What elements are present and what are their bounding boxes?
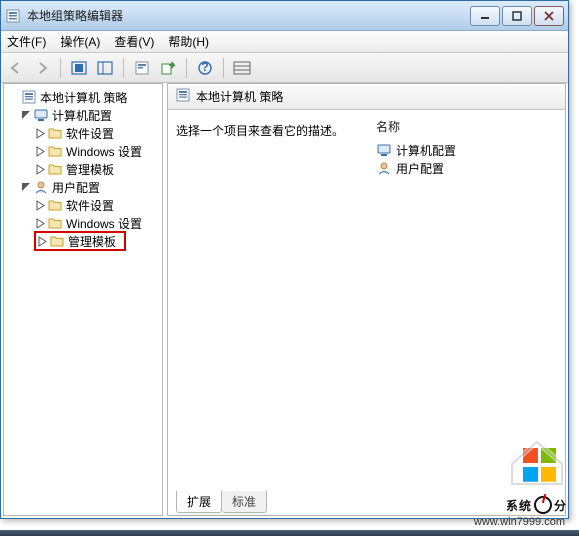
- back-button[interactable]: [5, 57, 27, 79]
- tree-label: 软件设置: [66, 125, 114, 142]
- app-icon: [5, 8, 21, 24]
- list-item-label: 计算机配置: [396, 142, 456, 159]
- tab-standard[interactable]: 标准: [222, 491, 267, 513]
- list-header-name[interactable]: 名称: [376, 116, 557, 141]
- tree-root-label: 本地计算机 策略: [40, 89, 127, 106]
- list-view-button[interactable]: [231, 57, 253, 79]
- tab-extended[interactable]: 扩展: [176, 491, 222, 513]
- bottom-shelf: [0, 530, 579, 536]
- window-control-buttons: [468, 6, 564, 26]
- policy-icon: [176, 88, 190, 105]
- tree-user-config[interactable]: 用户配置 软件设置 Windows 设置 管理模板: [20, 178, 160, 250]
- tree-label: Windows 设置: [66, 143, 142, 160]
- tree-label: Windows 设置: [66, 215, 142, 232]
- svg-text:?: ?: [201, 60, 208, 74]
- list-item-computer[interactable]: 计算机配置: [376, 141, 557, 159]
- expander-closed-icon[interactable]: [34, 217, 46, 229]
- watermark-dot-icon: [534, 496, 552, 514]
- tree-computer-software[interactable]: 软件设置: [34, 124, 160, 142]
- folder-icon: [47, 215, 63, 231]
- expander-open-icon[interactable]: [20, 181, 32, 193]
- help-button[interactable]: ?: [194, 57, 216, 79]
- watermark-brand: 系统 分: [506, 496, 567, 514]
- content-header: 本地计算机 策略: [168, 84, 565, 110]
- user-icon: [33, 179, 49, 195]
- tree-panel[interactable]: 本地计算机 策略 计算机配置 软件设置 Windows 设置 管理模板: [3, 83, 163, 516]
- content-body: 选择一个项目来查看它的描述。 名称 计算机配置 用户配置: [168, 110, 565, 515]
- toolbar-separator: [223, 58, 224, 78]
- toolbar-separator: [186, 58, 187, 78]
- tree-label: 软件设置: [66, 197, 114, 214]
- content-header-title: 本地计算机 策略: [196, 88, 283, 105]
- tree-user-admin[interactable]: 管理模板: [34, 232, 160, 250]
- description-text: 选择一个项目来查看它的描述。: [176, 122, 360, 139]
- tree-computer-admin[interactable]: 管理模板: [34, 160, 160, 178]
- toolbar: ?: [1, 53, 568, 83]
- list-item-label: 用户配置: [396, 160, 444, 177]
- up-button[interactable]: [68, 57, 90, 79]
- watermark-url: www.win7999.com: [474, 516, 565, 528]
- close-button[interactable]: [534, 6, 564, 26]
- menu-file[interactable]: 文件(F): [7, 33, 46, 50]
- menu-action[interactable]: 操作(A): [60, 33, 100, 50]
- expander-closed-icon[interactable]: [34, 145, 46, 157]
- tree-label: 管理模板: [66, 161, 114, 178]
- minimize-button[interactable]: [470, 6, 500, 26]
- folder-icon: [49, 233, 65, 249]
- tree-user-software[interactable]: 软件设置: [34, 196, 160, 214]
- policy-icon: [21, 89, 37, 105]
- tree-computer-config[interactable]: 计算机配置 软件设置 Windows 设置 管理模板: [20, 106, 160, 178]
- expander-closed-icon[interactable]: [34, 199, 46, 211]
- list-item-user[interactable]: 用户配置: [376, 159, 557, 177]
- watermark-brand-suffix: 分: [554, 497, 567, 514]
- forward-button[interactable]: [31, 57, 53, 79]
- folder-icon: [47, 125, 63, 141]
- expander-closed-icon[interactable]: [34, 163, 46, 175]
- menu-bar: 文件(F) 操作(A) 查看(V) 帮助(H): [1, 31, 568, 53]
- tree-root-node[interactable]: 本地计算机 策略 计算机配置 软件设置 Windows 设置 管理模板: [6, 88, 160, 250]
- export-button[interactable]: [157, 57, 179, 79]
- user-icon: [376, 160, 392, 176]
- folder-icon: [47, 161, 63, 177]
- tree-user-windows[interactable]: Windows 设置: [34, 214, 160, 232]
- toolbar-separator: [123, 58, 124, 78]
- title-bar[interactable]: 本地组策略编辑器: [1, 1, 568, 31]
- folder-icon: [47, 143, 63, 159]
- app-window: 本地组策略编辑器 文件(F) 操作(A) 查看(V) 帮助(H) ?: [0, 0, 569, 519]
- tree-computer-windows[interactable]: Windows 设置: [34, 142, 160, 160]
- watermark-brand-text: 系统: [506, 497, 532, 514]
- computer-icon: [376, 142, 392, 158]
- maximize-button[interactable]: [502, 6, 532, 26]
- description-column: 选择一个项目来查看它的描述。: [168, 110, 368, 515]
- tree-computer-label: 计算机配置: [52, 107, 112, 124]
- menu-view[interactable]: 查看(V): [114, 33, 154, 50]
- window-title: 本地组策略编辑器: [27, 7, 468, 24]
- tree-user-label: 用户配置: [52, 179, 100, 196]
- watermark-house-icon: [507, 434, 567, 490]
- body-area: 本地计算机 策略 计算机配置 软件设置 Windows 设置 管理模板: [3, 83, 566, 516]
- expander-open-icon[interactable]: [20, 109, 32, 121]
- toolbar-separator: [60, 58, 61, 78]
- folder-icon: [47, 197, 63, 213]
- tree-label: 管理模板: [68, 233, 116, 250]
- expander-closed-icon[interactable]: [36, 235, 48, 247]
- menu-help[interactable]: 帮助(H): [168, 33, 209, 50]
- expander-closed-icon[interactable]: [34, 127, 46, 139]
- tab-strip: 扩展 标准: [176, 491, 267, 513]
- show-hide-tree-button[interactable]: [94, 57, 116, 79]
- computer-icon: [33, 107, 49, 123]
- properties-button[interactable]: [131, 57, 153, 79]
